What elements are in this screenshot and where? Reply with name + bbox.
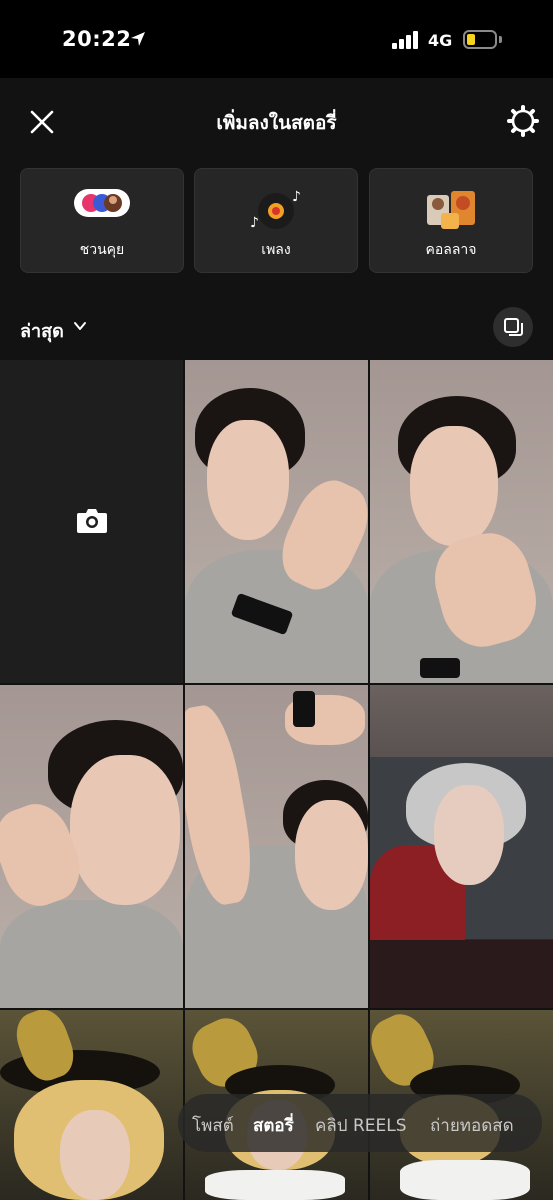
- mode-reels[interactable]: คลิป REELS: [315, 1112, 407, 1139]
- media-thumbnail[interactable]: [185, 685, 368, 1008]
- media-thumbnail[interactable]: [185, 360, 368, 683]
- tile-label: ชวนคุย: [79, 242, 125, 258]
- chat-avatars-icon: [74, 189, 130, 217]
- tile-collage[interactable]: คอลลาจ: [369, 168, 533, 273]
- add-to-story-screen: เพิ่มลงในสตอรี่ ชวนคุย ♪ ♪ เพลง คอลลาจ ล…: [0, 78, 553, 1200]
- top-bar: เพิ่มลงในสตอรี่: [0, 78, 553, 164]
- media-thumbnail[interactable]: [0, 1010, 183, 1200]
- multi-select-button[interactable]: [493, 307, 533, 347]
- tile-label: คอลลาจ: [425, 242, 477, 258]
- page-title: เพิ่มลงในสตอรี่: [216, 112, 337, 134]
- chevron-down-icon: [74, 322, 86, 330]
- tile-music[interactable]: ♪ ♪ เพลง: [194, 168, 358, 273]
- svg-text:♪: ♪: [292, 189, 301, 205]
- signal-icon: [392, 31, 420, 49]
- media-thumbnail[interactable]: [370, 685, 553, 1008]
- tile-label: เพลง: [261, 242, 291, 258]
- album-dropdown[interactable]: ล่าสุด: [20, 316, 64, 345]
- network-type: 4G: [428, 31, 453, 50]
- story-sticker-tiles: ชวนคุย ♪ ♪ เพลง คอลลาจ: [20, 168, 533, 274]
- camera-icon: [77, 509, 107, 533]
- battery-icon: [463, 30, 497, 49]
- status-bar: 20:22 4G: [0, 0, 553, 78]
- status-time: 20:22: [62, 27, 132, 51]
- media-thumbnail[interactable]: [0, 685, 183, 1008]
- media-thumbnail[interactable]: [370, 360, 553, 683]
- media-grid: [0, 360, 553, 1200]
- location-arrow-icon: [131, 32, 145, 46]
- mode-live[interactable]: ถ่ายทอดสด: [430, 1112, 514, 1139]
- mode-story[interactable]: สตอรี่: [253, 1112, 294, 1139]
- svg-text:♪: ♪: [250, 215, 259, 231]
- gear-icon[interactable]: [506, 104, 540, 138]
- multi-select-icon: [504, 318, 523, 336]
- mode-post[interactable]: โพสต์: [192, 1112, 234, 1139]
- camera-cell[interactable]: [0, 360, 183, 683]
- gallery-selector[interactable]: ล่าสุด: [0, 306, 553, 350]
- tile-chat[interactable]: ชวนคุย: [20, 168, 184, 273]
- music-disc-icon: ♪ ♪: [250, 189, 301, 231]
- collage-icon: [427, 191, 475, 229]
- mode-switcher: โพสต์ สตอรี่ คลิป REELS ถ่ายทอดสด: [178, 1094, 542, 1152]
